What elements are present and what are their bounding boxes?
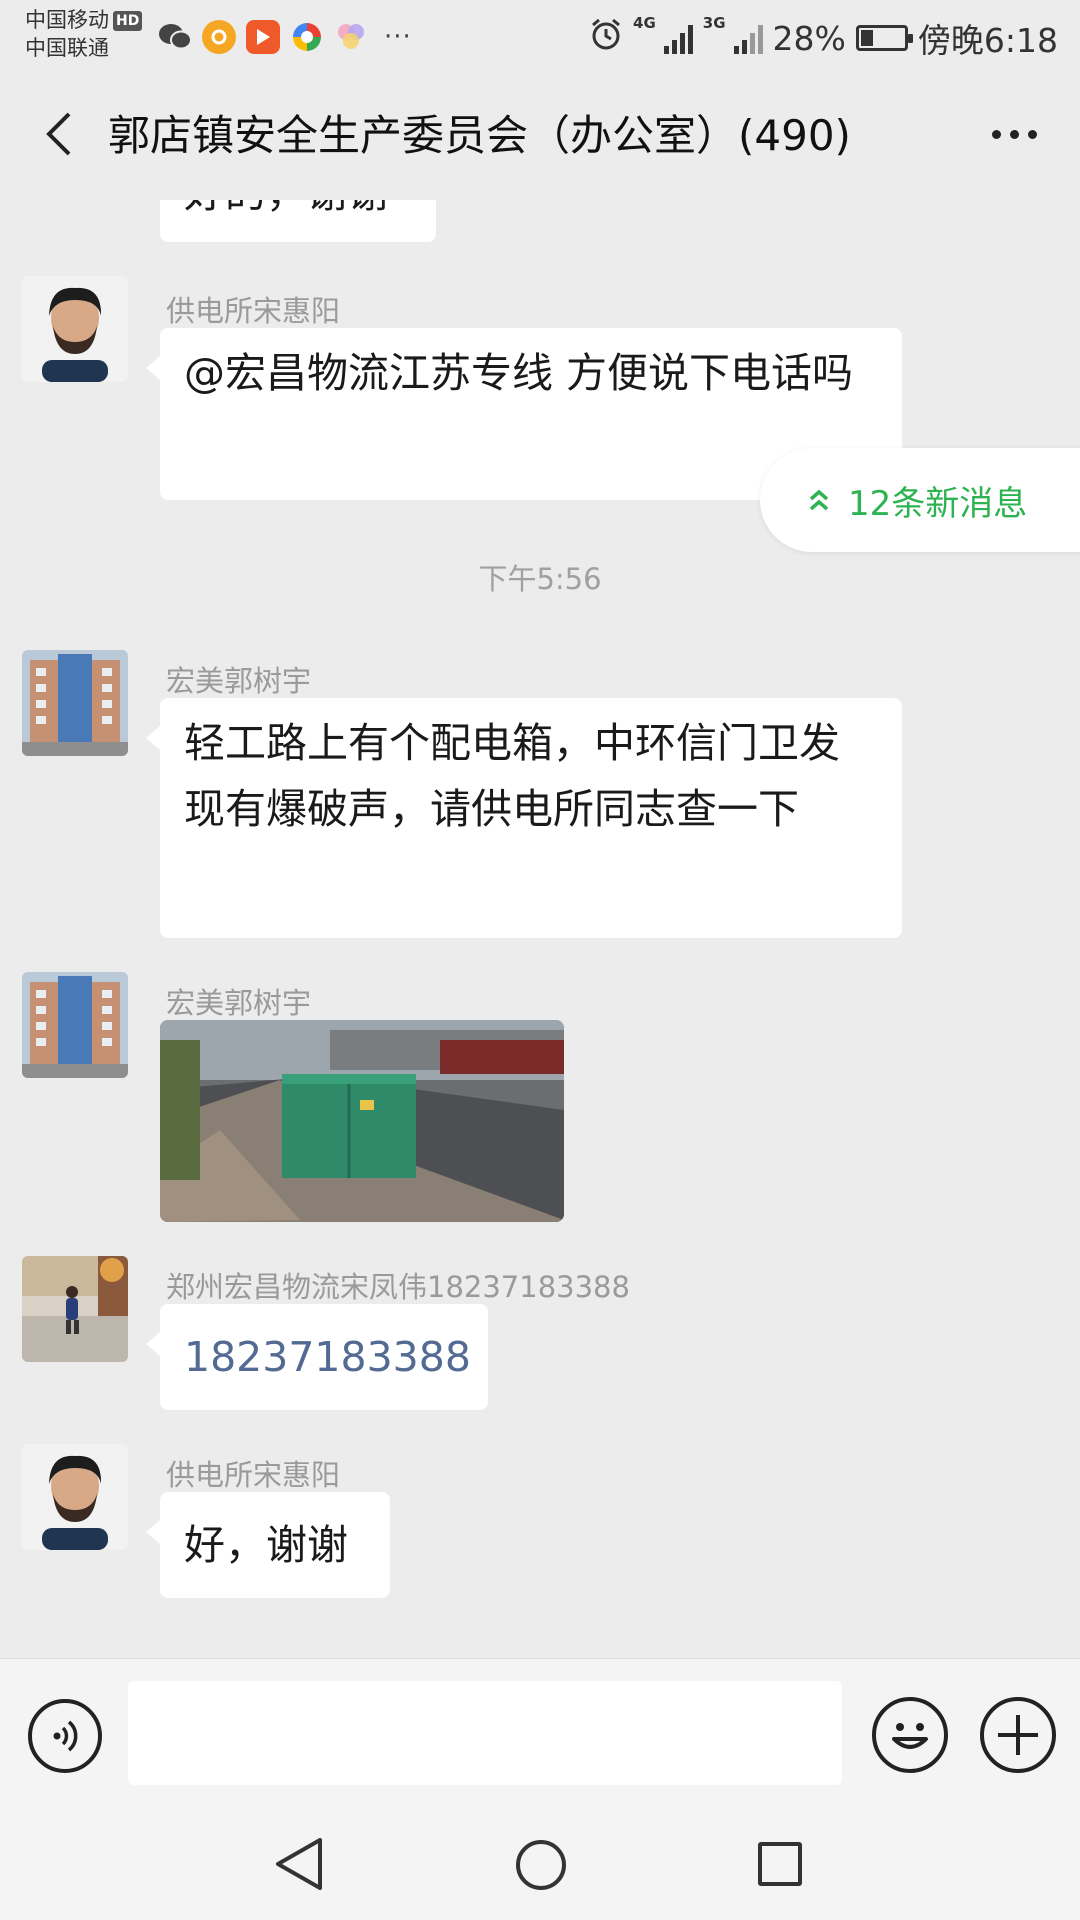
battery-icon — [855, 25, 913, 51]
message-input[interactable] — [128, 1681, 842, 1785]
wechat-icon — [158, 20, 192, 54]
message-text: 轻工路上有个配电箱，中环信门卫发现有爆破声，请供电所同志查一下 — [184, 719, 840, 833]
sender-name: 宏美郭树宇 — [166, 664, 312, 698]
chat-area[interactable]: 好的，谢谢 供电所宋惠阳 @宏昌物流江苏专线 方便说下电话吗 12条新消息 下午… — [0, 200, 1080, 1657]
sender-name: 郑州宏昌物流宋凤伟18237183388 — [166, 1270, 630, 1304]
status-bar: 中国移动 HD 中国联通 ··· 4G 3G 28% 傍晚6:18 — [0, 0, 1080, 74]
clock: 傍晚6:18 — [917, 21, 1058, 60]
signal-icon-2 — [733, 22, 763, 54]
partial-message-text: 好的，谢谢 — [184, 200, 389, 217]
page-title: 郭店镇安全生产委员会（办公室）(490) — [108, 111, 851, 160]
network-3g-label: 3G — [702, 14, 726, 32]
double-chevron-up-icon — [809, 489, 829, 511]
more-notifications: ··· — [384, 22, 412, 52]
chat-header: 郭店镇安全生产委员会（办公室）(490) — [0, 74, 1080, 200]
browser-icon — [290, 20, 324, 54]
network-4g-label: 4G — [633, 14, 656, 32]
smiley-icon — [892, 1723, 928, 1749]
voice-input-button[interactable] — [28, 1699, 102, 1773]
chevron-left-icon — [46, 112, 71, 156]
notification-icons: ··· — [158, 20, 412, 54]
battery-percent: 28% — [772, 18, 846, 58]
avatar[interactable] — [22, 650, 128, 756]
system-status: 4G 3G 28% 傍晚6:18 — [589, 14, 1058, 62]
image-message[interactable] — [160, 1020, 564, 1222]
sender-name: 供电所宋惠阳 — [166, 1458, 341, 1492]
message-bubble[interactable]: 18237183388 — [146, 1304, 488, 1410]
avatar[interactable] — [22, 1444, 128, 1550]
timestamp: 下午5:56 — [478, 562, 602, 596]
back-button[interactable] — [28, 104, 88, 164]
phone-number-link[interactable]: 18237183388 — [184, 1333, 471, 1381]
video-app-icon — [246, 20, 280, 54]
carrier-1: 中国移动 — [25, 8, 109, 32]
voice-icon — [53, 1720, 78, 1752]
hd-badge: HD — [113, 11, 143, 31]
message-bubble[interactable]: 好，谢谢 — [146, 1492, 390, 1598]
new-messages-button[interactable]: 12条新消息 — [760, 448, 1080, 552]
partial-message-bubble[interactable]: 好的，谢谢 — [160, 200, 436, 242]
new-messages-label: 12条新消息 — [848, 483, 1028, 524]
signal-icon-1 — [663, 22, 693, 54]
sender-name: 宏美郭树宇 — [166, 986, 312, 1020]
more-options-button[interactable] — [974, 104, 1054, 164]
avatar[interactable] — [22, 972, 128, 1078]
sender-name: 供电所宋惠阳 — [166, 294, 341, 328]
nav-recents-icon[interactable] — [758, 1842, 802, 1886]
nav-back-icon[interactable] — [272, 1836, 326, 1892]
avatar[interactable] — [22, 1256, 128, 1362]
alarm-icon — [589, 17, 623, 59]
input-bar — [0, 1658, 1080, 1808]
system-nav-bar — [0, 1808, 1080, 1920]
carrier-info: 中国移动 HD 中国联通 — [25, 6, 143, 62]
message-bubble[interactable]: 轻工路上有个配电箱，中环信门卫发现有爆破声，请供电所同志查一下 — [146, 698, 902, 938]
carrier-2: 中国联通 — [25, 36, 109, 60]
more-actions-button[interactable] — [980, 1697, 1056, 1773]
nav-home-icon[interactable] — [516, 1840, 566, 1890]
photos-icon — [334, 20, 368, 54]
message-text: @宏昌物流江苏专线 方便说下电话吗 — [184, 349, 854, 397]
app-orange-icon — [202, 20, 236, 54]
emoji-button[interactable] — [872, 1697, 948, 1773]
avatar[interactable] — [22, 276, 128, 382]
message-text: 好，谢谢 — [184, 1521, 348, 1569]
